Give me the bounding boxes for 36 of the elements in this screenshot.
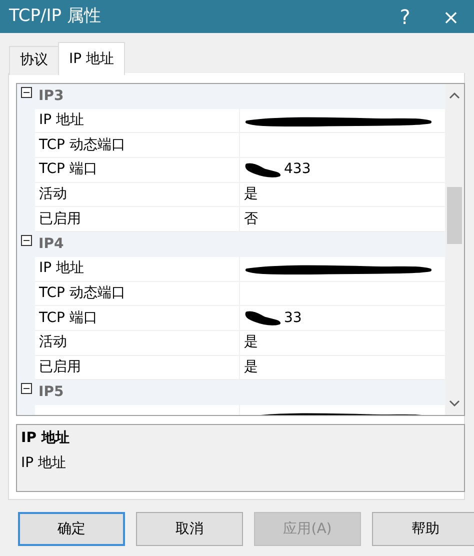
- collapse-icon[interactable]: [21, 235, 32, 246]
- property-name: TCP 动态端口: [39, 136, 126, 155]
- tab[interactable]: IP 地址: [58, 42, 126, 75]
- scrollbar[interactable]: [445, 84, 464, 415]
- property-name: 已启用: [39, 358, 81, 377]
- property-value: 433: [284, 160, 311, 180]
- property-value: 33: [284, 308, 302, 328]
- property-name: IP 地址: [39, 259, 84, 278]
- collapse-icon[interactable]: [21, 383, 32, 394]
- category-label: IP4: [38, 234, 64, 254]
- property-name: IP 地址: [39, 111, 84, 130]
- window-title: TCP/IP 属性: [9, 4, 102, 28]
- property-name: TCP 端口: [39, 160, 98, 180]
- category-label: IP3: [38, 86, 64, 106]
- property-value: 是: [244, 185, 258, 204]
- dialog-button[interactable]: 取消: [136, 512, 243, 546]
- property-name: 活动: [39, 185, 67, 204]
- description-title: IP 地址: [21, 429, 70, 448]
- property-value: 是: [244, 358, 258, 377]
- help-button[interactable]: ?: [382, 0, 428, 33]
- property-name: TCP 端口: [39, 308, 98, 328]
- property-value: 是: [244, 333, 258, 352]
- property-name: 已启用: [39, 210, 81, 229]
- property-name: 活动: [39, 333, 67, 352]
- tab[interactable]: 协议: [9, 46, 59, 75]
- property-name: TCP 动态端口: [39, 284, 126, 303]
- dialog-button[interactable]: 帮助: [372, 512, 474, 546]
- scrollbar-thumb[interactable]: [447, 187, 462, 244]
- close-button[interactable]: ×: [428, 0, 474, 33]
- description-text: IP 地址: [21, 454, 68, 472]
- dialog-button[interactable]: 确定: [18, 512, 125, 546]
- collapse-icon[interactable]: [21, 87, 32, 98]
- scroll-up-icon[interactable]: [449, 92, 460, 99]
- category-label: IP5: [38, 383, 64, 402]
- scroll-down-icon[interactable]: [449, 400, 460, 407]
- property-value: 否: [244, 210, 258, 229]
